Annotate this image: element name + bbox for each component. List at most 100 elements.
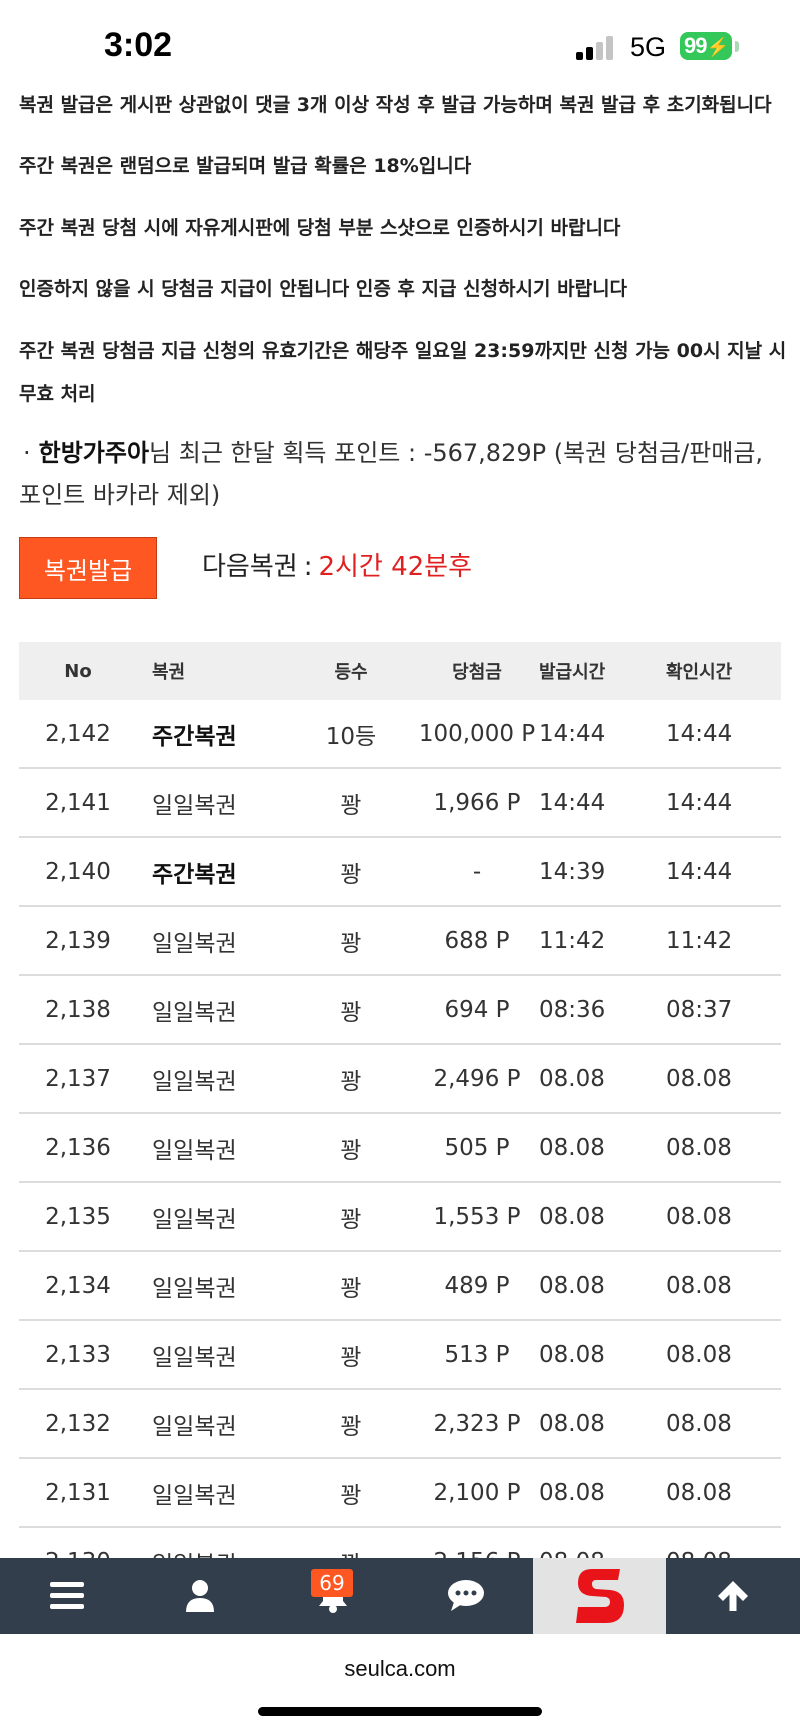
table-row: 2,133 일일복권 꽝 513 P 08.08 08.08: [19, 1321, 781, 1390]
cell-prize: 489 P: [444, 1272, 510, 1299]
monthly-points: · 한방가주아님 최근 한달 획득 포인트 : -567,829P (복권 당첨금…: [19, 432, 789, 516]
cell-no: 2,138: [45, 996, 111, 1023]
table-row: 2,141 일일복권 꽝 1,966 P 14:44 14:44: [19, 769, 781, 838]
signal-icon: [576, 36, 618, 60]
home-indicator: [258, 1707, 542, 1716]
status-bar: 3:02 5G 99⚡: [0, 0, 800, 88]
cell-checked-time: 08.08: [666, 1065, 732, 1092]
cell-issued-time: 08.08: [539, 1203, 605, 1230]
table-row: 2,135 일일복권 꽝 1,553 P 08.08 08.08: [19, 1183, 781, 1252]
table-row: 2,138 일일복권 꽝 694 P 08:36 08:37: [19, 976, 781, 1045]
site-logo-button[interactable]: [533, 1558, 666, 1634]
site-logo: [575, 1569, 624, 1623]
cell-prize: 2,323 P: [433, 1410, 521, 1437]
next-lottery: 다음복권:2시간 42분후: [202, 546, 472, 583]
cell-checked-time: 08.08: [666, 1272, 732, 1299]
cell-issued-time: 08.08: [539, 1410, 605, 1437]
cell-checked-time: 14:44: [666, 858, 733, 885]
next-lottery-time: 2시간 42분후: [318, 552, 473, 582]
cell-checked-time: 08.08: [666, 1341, 732, 1368]
cell-prize: 2,496 P: [433, 1065, 521, 1092]
table-row: 2,132 일일복권 꽝 2,323 P 08.08 08.08: [19, 1390, 781, 1459]
table-row: 2,142 주간복권 10등 100,000 P 14:44 14:44: [19, 700, 781, 769]
cell-no: 2,142: [45, 720, 111, 747]
issue-lottery-button[interactable]: 복권발급: [19, 537, 157, 599]
cell-issued-time: 08.08: [539, 1479, 605, 1506]
chat-icon: [447, 1580, 484, 1611]
cell-checked-time: 14:44: [666, 789, 733, 816]
chat-button[interactable]: [399, 1558, 532, 1634]
cell-no: 2,132: [45, 1410, 111, 1437]
cell-prize: 694 P: [444, 996, 510, 1023]
notice-line: 복권 발급은 게시판 상관없이 댓글 3개 이상 작성 후 발급 가능하며 복권…: [19, 94, 772, 116]
cell-prize: 513 P: [444, 1341, 510, 1368]
cell-issued-time: 08.08: [539, 1065, 605, 1092]
table-row: 2,136 일일복권 꽝 505 P 08.08 08.08: [19, 1114, 781, 1183]
cell-no: 2,137: [45, 1065, 111, 1092]
cell-issued-time: 08.08: [539, 1272, 605, 1299]
cell-checked-time: 14:44: [666, 720, 733, 747]
cell-no: 2,141: [45, 789, 111, 816]
cell-prize: 1,553 P: [433, 1203, 521, 1230]
cell-checked-time: 08.08: [666, 1203, 732, 1230]
network-type: 5G: [630, 32, 667, 62]
table-row: 2,139 일일복권 꽝 688 P 11:42 11:42: [19, 907, 781, 976]
cell-prize: 100,000 P: [418, 720, 536, 747]
cell-issued-time: 08.08: [539, 1341, 605, 1368]
lottery-history-table: No 복권 등수 당첨금 발급시간 확인시간 2,142 주간복권 10등 100,0…: [19, 642, 781, 1570]
header-prize: 당첨금: [452, 662, 502, 683]
bullet: ·: [23, 439, 31, 467]
notice-line: 주간 복권은 랜덤으로 발급되며 발급 확률은 18%입니다: [19, 155, 472, 177]
cell-checked-time: 08.08: [666, 1410, 732, 1437]
cell-no: 2,135: [45, 1203, 111, 1230]
cell-no: 2,131: [45, 1479, 111, 1506]
header-issued-time: 발급시간: [539, 662, 606, 683]
next-lottery-separator: :: [303, 552, 313, 582]
battery-level: 99: [684, 33, 708, 58]
notice-line: 인증하지 않을 시 당첨금 지급이 안됩니다 인증 후 지급 신청하시기 바랍니…: [19, 278, 628, 300]
table-header: No 복권 등수 당첨금 발급시간 확인시간: [19, 642, 781, 700]
cell-prize: 1,966 P: [433, 789, 521, 816]
notice-line: 주간 복권 당첨금 지급 신청의 유효기간은 해당주 일요일 23:59까지만 …: [19, 340, 787, 362]
battery-nub: [735, 41, 739, 52]
points-text-continued: 포인트 바카라 제외): [19, 481, 221, 509]
notice-line: 주간 복권 당첨 시에 자유게시판에 당첨 부분 스샷으로 인증하시기 바랍니다: [19, 217, 621, 239]
battery-icon: 99⚡: [680, 32, 732, 60]
browser-url[interactable]: seulca.com: [0, 1656, 800, 1682]
points-text: 님 최근 한달 획득 포인트 : -567,829P (복권 당첨금/판매금,: [149, 439, 764, 467]
user-icon: [185, 1580, 214, 1612]
cell-prize: -: [472, 858, 482, 885]
profile-button[interactable]: [133, 1558, 266, 1634]
cell-no: 2,136: [45, 1134, 111, 1161]
cell-issued-time: 14:44: [539, 720, 606, 747]
cell-checked-time: 08:37: [666, 996, 733, 1023]
cell-issued-time: 11:42: [539, 927, 606, 954]
cell-prize: 688 P: [444, 927, 510, 954]
notice-line: 무효 처리: [19, 383, 96, 405]
notification-count-badge: 69: [311, 1569, 353, 1597]
cell-no: 2,133: [45, 1341, 111, 1368]
browser-url-bar[interactable]: [0, 1634, 800, 1731]
next-lottery-label: 다음복권: [202, 552, 298, 582]
table-row: 2,134 일일복권 꽝 489 P 08.08 08.08: [19, 1252, 781, 1321]
username: 한방가주아: [38, 439, 150, 467]
cell-no: 2,134: [45, 1272, 111, 1299]
cell-issued-time: 08.08: [539, 1134, 605, 1161]
header-no: No: [64, 660, 92, 682]
cell-issued-time: 14:39: [539, 858, 606, 885]
cell-prize: 2,100 P: [433, 1479, 521, 1506]
header-checked-time: 확인시간: [666, 662, 733, 683]
table-row: 2,137 일일복권 꽝 2,496 P 08.08 08.08: [19, 1045, 781, 1114]
cell-checked-time: 11:42: [666, 927, 733, 954]
cell-prize: 505 P: [444, 1134, 510, 1161]
cell-no: 2,139: [45, 927, 111, 954]
scroll-top-button[interactable]: [666, 1558, 799, 1634]
table-row: 2,131 일일복권 꽝 2,100 P 08.08 08.08: [19, 1459, 781, 1528]
cell-issued-time: 08:36: [539, 996, 606, 1023]
menu-icon: [49, 1582, 84, 1609]
table-row: 2,140 주간복권 꽝 -14:39 14:44: [19, 838, 781, 907]
cell-checked-time: 08.08: [666, 1134, 732, 1161]
cell-checked-time: 08.08: [666, 1479, 732, 1506]
table-body: 2,142 주간복권 10등 100,000 P 14:44 14:44 2,141 일일복권…: [19, 700, 781, 1570]
menu-button[interactable]: [0, 1558, 133, 1634]
